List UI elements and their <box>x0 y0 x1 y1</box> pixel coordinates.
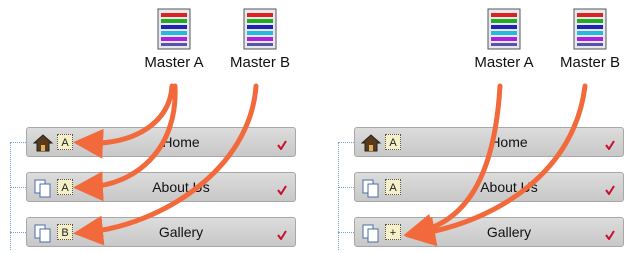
check-icon <box>277 140 287 150</box>
tree-branch <box>10 232 26 233</box>
master-label: Master A <box>474 54 534 71</box>
arrow-master-b-to-gallery-right <box>405 83 588 247</box>
check-icon <box>605 140 615 150</box>
check-icon <box>605 185 615 195</box>
tree-branch <box>10 187 26 188</box>
arrow-master-a-to-gallery-right <box>403 83 503 244</box>
page-label: About Us <box>152 179 210 195</box>
master-badge[interactable]: B <box>57 224 73 240</box>
page-row-about-us[interactable]: A About Us <box>354 172 624 202</box>
master-a-right[interactable]: Master A <box>466 0 542 71</box>
home-icon <box>33 134 53 152</box>
master-a-left[interactable]: Master A <box>136 0 212 71</box>
master-badge[interactable]: A <box>57 179 73 195</box>
tree-line <box>338 142 339 250</box>
pages-icon <box>362 179 379 198</box>
check-icon <box>605 230 615 240</box>
check-icon <box>277 230 287 240</box>
page-label: About Us <box>480 179 538 195</box>
master-badge[interactable]: A <box>385 134 401 150</box>
master-label: Master A <box>144 54 204 71</box>
page-label: Gallery <box>486 224 532 240</box>
tree-branch <box>338 187 354 188</box>
master-page-icon <box>157 8 191 50</box>
master-label: Master B <box>559 54 620 71</box>
arrow-master-b-to-gallery <box>73 83 259 246</box>
pages-icon <box>34 224 51 243</box>
page-row-gallery[interactable]: + Gallery <box>354 217 624 247</box>
page-label: Home <box>162 134 200 150</box>
master-label: Master B <box>229 54 290 71</box>
master-b-right[interactable]: Master B <box>552 0 626 71</box>
tree-line <box>10 142 11 250</box>
pages-icon <box>34 179 51 198</box>
home-icon <box>361 134 381 152</box>
master-badge[interactable]: + <box>385 224 401 240</box>
master-page-icon <box>243 8 277 50</box>
master-page-icon <box>573 8 607 50</box>
tree-branch <box>10 142 26 143</box>
master-b-left[interactable]: Master B <box>222 0 298 71</box>
master-badge[interactable]: A <box>385 179 401 195</box>
pages-icon <box>362 224 379 243</box>
page-row-gallery[interactable]: B Gallery <box>26 217 296 247</box>
page-row-about-us[interactable]: A About Us <box>26 172 296 202</box>
check-icon <box>277 185 287 195</box>
tree-branch <box>338 232 354 233</box>
tree-branch <box>338 142 354 143</box>
page-label: Home <box>490 134 528 150</box>
master-badge[interactable]: A <box>57 134 73 150</box>
page-row-home[interactable]: A Home <box>354 127 624 157</box>
master-page-icon <box>487 8 521 50</box>
page-label: Gallery <box>158 224 204 240</box>
page-row-home[interactable]: A Home <box>26 127 296 157</box>
